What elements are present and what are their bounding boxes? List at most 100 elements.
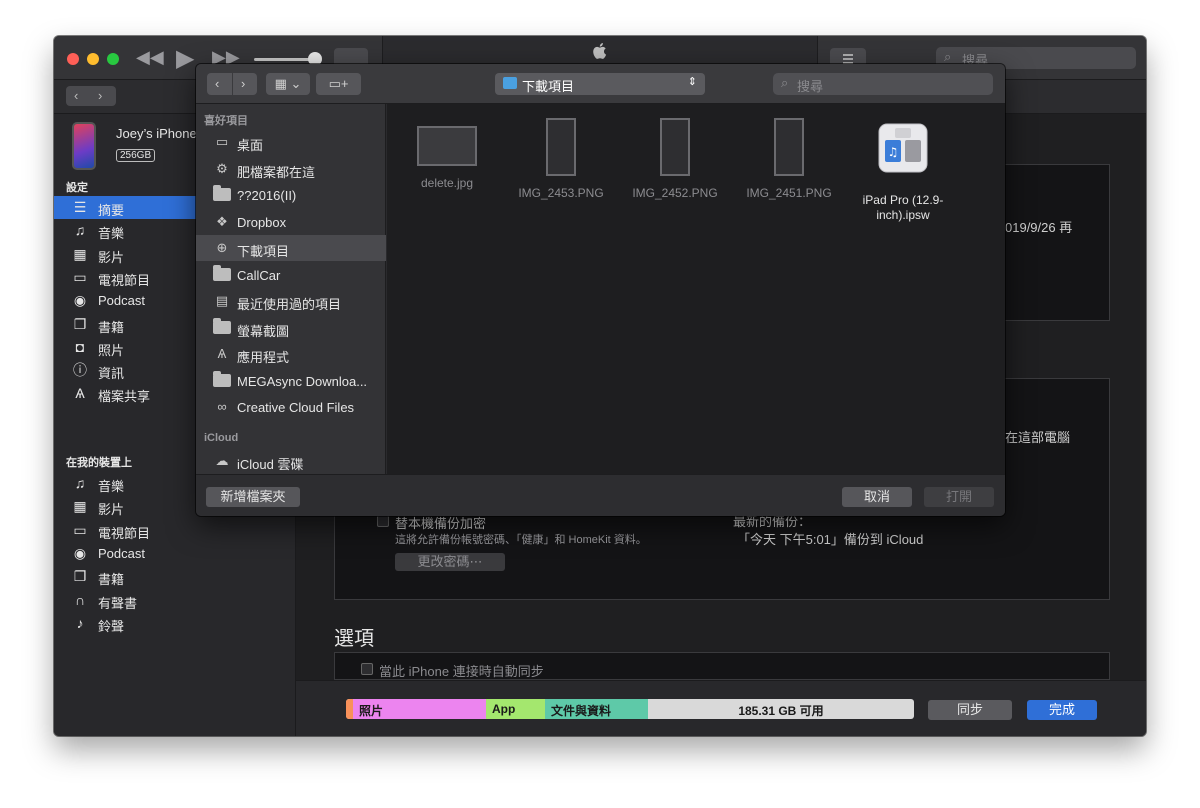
path-popup[interactable]: 下載項目 ⇕ xyxy=(495,73,705,95)
new-folder-toolbar-button[interactable]: ▭+ xyxy=(316,73,361,95)
music-note-icon: ♫ xyxy=(74,222,86,239)
storage-segment-docs: 文件與資料 xyxy=(545,699,648,719)
dialog-search-placeholder: 搜尋 xyxy=(797,79,824,94)
storage-segment-app: App xyxy=(486,699,545,719)
encrypt-backup-checkbox[interactable] xyxy=(377,515,389,527)
device-item-label: 電視節目 xyxy=(98,525,151,541)
dialog-sidebar-item-label: CallCar xyxy=(237,267,281,283)
dialog-sidebar-item[interactable]: ⚙ 肥檔案都在這 xyxy=(196,156,386,182)
grid-view-icon: ▦ ⌄ xyxy=(274,76,302,91)
dialog-search-field[interactable]: ⌕ 搜尋 xyxy=(773,73,993,95)
film-icon: ▦ xyxy=(73,498,87,515)
film-icon: ▦ xyxy=(73,245,87,262)
file-item[interactable]: delete.jpg xyxy=(390,118,504,191)
sync-button[interactable]: 同步 xyxy=(928,700,1012,720)
settings-item-label: Podcast xyxy=(98,293,145,309)
dialog-sidebar-item-label: 桌面 xyxy=(237,138,264,153)
forward-icon[interactable]: › xyxy=(98,88,102,103)
downloads-folder-icon xyxy=(503,77,517,89)
dialog-sidebar-item[interactable]: ▭ 桌面 xyxy=(196,129,386,155)
dialog-sidebar-item[interactable]: ☁ iCloud 雲碟 xyxy=(196,448,386,474)
device-name: Joey’s iPhone xyxy=(116,126,197,141)
info-icon: ⓘ xyxy=(73,362,87,379)
screenshot-thumbnail xyxy=(660,118,690,176)
change-password-button[interactable]: 更改密碼⋯ xyxy=(395,553,505,571)
image-thumbnail xyxy=(417,126,477,166)
dialog-sidebar-item[interactable]: ▤ 最近使用過的項目 xyxy=(196,288,386,314)
folder-icon xyxy=(212,185,232,203)
file-name: IMG_2451.PNG xyxy=(746,186,832,200)
device-item[interactable]: ❐ 書籍 xyxy=(54,565,296,588)
device-item[interactable]: ∩ 有聲書 xyxy=(54,589,296,612)
auto-sync-checkbox[interactable] xyxy=(361,663,373,675)
screenshot-thumbnail xyxy=(546,118,576,176)
folder-icon xyxy=(212,317,232,336)
this-computer-text: 在這部電腦 xyxy=(1005,430,1071,445)
forward-icon[interactable]: › xyxy=(241,73,245,95)
done-button[interactable]: 完成 xyxy=(1027,700,1097,720)
gear-icon: ⚙ xyxy=(216,160,228,176)
dialog-sidebar-item-label: Creative Cloud Files xyxy=(237,400,355,415)
dialog-sidebar-item[interactable]: CallCar xyxy=(196,262,386,288)
options-panel: 當此 iPhone 連接時自動同步 xyxy=(334,652,1110,680)
device-item[interactable]: ◉ Podcast xyxy=(54,542,296,565)
device-item[interactable]: ▭ 電視節目 xyxy=(54,519,296,542)
settings-item-label: 書籍 xyxy=(98,319,125,335)
podcast-icon: ◉ xyxy=(73,292,87,309)
dialog-sidebar-item-label: 螢幕截圖 xyxy=(237,323,290,339)
file-item[interactable]: IMG_2452.PNG xyxy=(618,118,732,201)
summary-icon: ☰ xyxy=(73,199,87,215)
dialog-sidebar-item[interactable]: ∞ Creative Cloud Files xyxy=(196,394,386,420)
file-name: delete.jpg xyxy=(420,176,474,190)
headphones-icon: ∩ xyxy=(74,591,86,608)
back-icon[interactable]: ‹ xyxy=(74,88,78,103)
back-icon[interactable]: ‹ xyxy=(215,73,219,95)
dialog-sidebar-item[interactable]: MEGAsync Downloa... xyxy=(196,368,386,394)
open-button[interactable]: 打開 xyxy=(924,487,994,507)
file-name: iPad Pro (12.9-inch).ipsw xyxy=(862,193,944,222)
storage-segment-other xyxy=(346,699,353,719)
dialog-sidebar-item-label: 最近使用過的項目 xyxy=(237,297,342,312)
new-folder-button[interactable]: 新增檔案夾 xyxy=(206,487,300,507)
device-item-label: Podcast xyxy=(98,545,145,561)
device-item-label: 鈴聲 xyxy=(98,618,125,634)
camera-icon: ◘ xyxy=(75,338,85,355)
dialog-sidebar-item[interactable]: Ѧ 應用程式 xyxy=(196,341,386,367)
svg-text:♫: ♫ xyxy=(888,145,899,159)
device-item[interactable]: ♪ 鈴聲 xyxy=(54,612,296,635)
file-item[interactable]: IMG_2453.PNG xyxy=(504,118,618,201)
file-item[interactable]: ♫ iPad Pro (12.9-inch).ipsw xyxy=(846,118,960,223)
favorites-title: 喜好項目 xyxy=(204,115,248,127)
tv-icon: ▭ xyxy=(73,268,87,285)
close-window-button[interactable] xyxy=(67,53,79,65)
storage-free-space: 185.31 GB 可用 xyxy=(738,704,824,718)
music-note-icon: ♫ xyxy=(74,475,86,491)
open-file-dialog: ‹ › ▦ ⌄ ▭+ 下載項目 ⇕ ⌕ 搜尋 喜好項目 ▭ 桌面 ⚙ 肥檔案都在這??… xyxy=(196,64,1005,516)
settings-item-label: 影片 xyxy=(98,249,125,265)
settings-item-label: 資訊 xyxy=(98,366,125,382)
podcast-icon: ◉ xyxy=(73,544,87,561)
dialog-sidebar-item[interactable]: 螢幕截圖 xyxy=(196,315,386,341)
dialog-sidebar-item-label: 肥檔案都在這 xyxy=(237,164,316,180)
applications-icon: Ѧ xyxy=(217,346,227,361)
view-options-button[interactable]: ▦ ⌄ xyxy=(266,73,310,95)
cloud-icon: ☁ xyxy=(215,453,229,468)
cancel-button[interactable]: 取消 xyxy=(842,487,912,507)
rewind-icon[interactable]: ◀◀ xyxy=(136,47,164,68)
dialog-sidebar-item[interactable]: ⊕ 下載項目 xyxy=(196,235,386,261)
back-forward-buttons[interactable]: ‹ › xyxy=(66,86,116,106)
dialog-sidebar-item[interactable]: ??2016(II) xyxy=(196,182,386,208)
dialog-toolbar: ‹ › ▦ ⌄ ▭+ 下載項目 ⇕ ⌕ 搜尋 xyxy=(196,64,1005,104)
folder-icon xyxy=(212,370,232,389)
file-item[interactable]: IMG_2451.PNG xyxy=(732,118,846,201)
dialog-back-forward[interactable]: ‹ › xyxy=(207,73,257,95)
device-item-label: 書籍 xyxy=(98,572,125,588)
new-folder-icon: ▭+ xyxy=(328,76,349,91)
minimize-window-button[interactable] xyxy=(87,53,99,65)
dropbox-icon: ❖ xyxy=(216,213,228,229)
zoom-window-button[interactable] xyxy=(107,53,119,65)
folder-icon xyxy=(212,264,232,283)
play-icon[interactable]: ▶ xyxy=(176,44,194,73)
dialog-sidebar-item[interactable]: ❖ Dropbox xyxy=(196,209,386,235)
app-store-icon: Ѧ xyxy=(75,385,85,402)
